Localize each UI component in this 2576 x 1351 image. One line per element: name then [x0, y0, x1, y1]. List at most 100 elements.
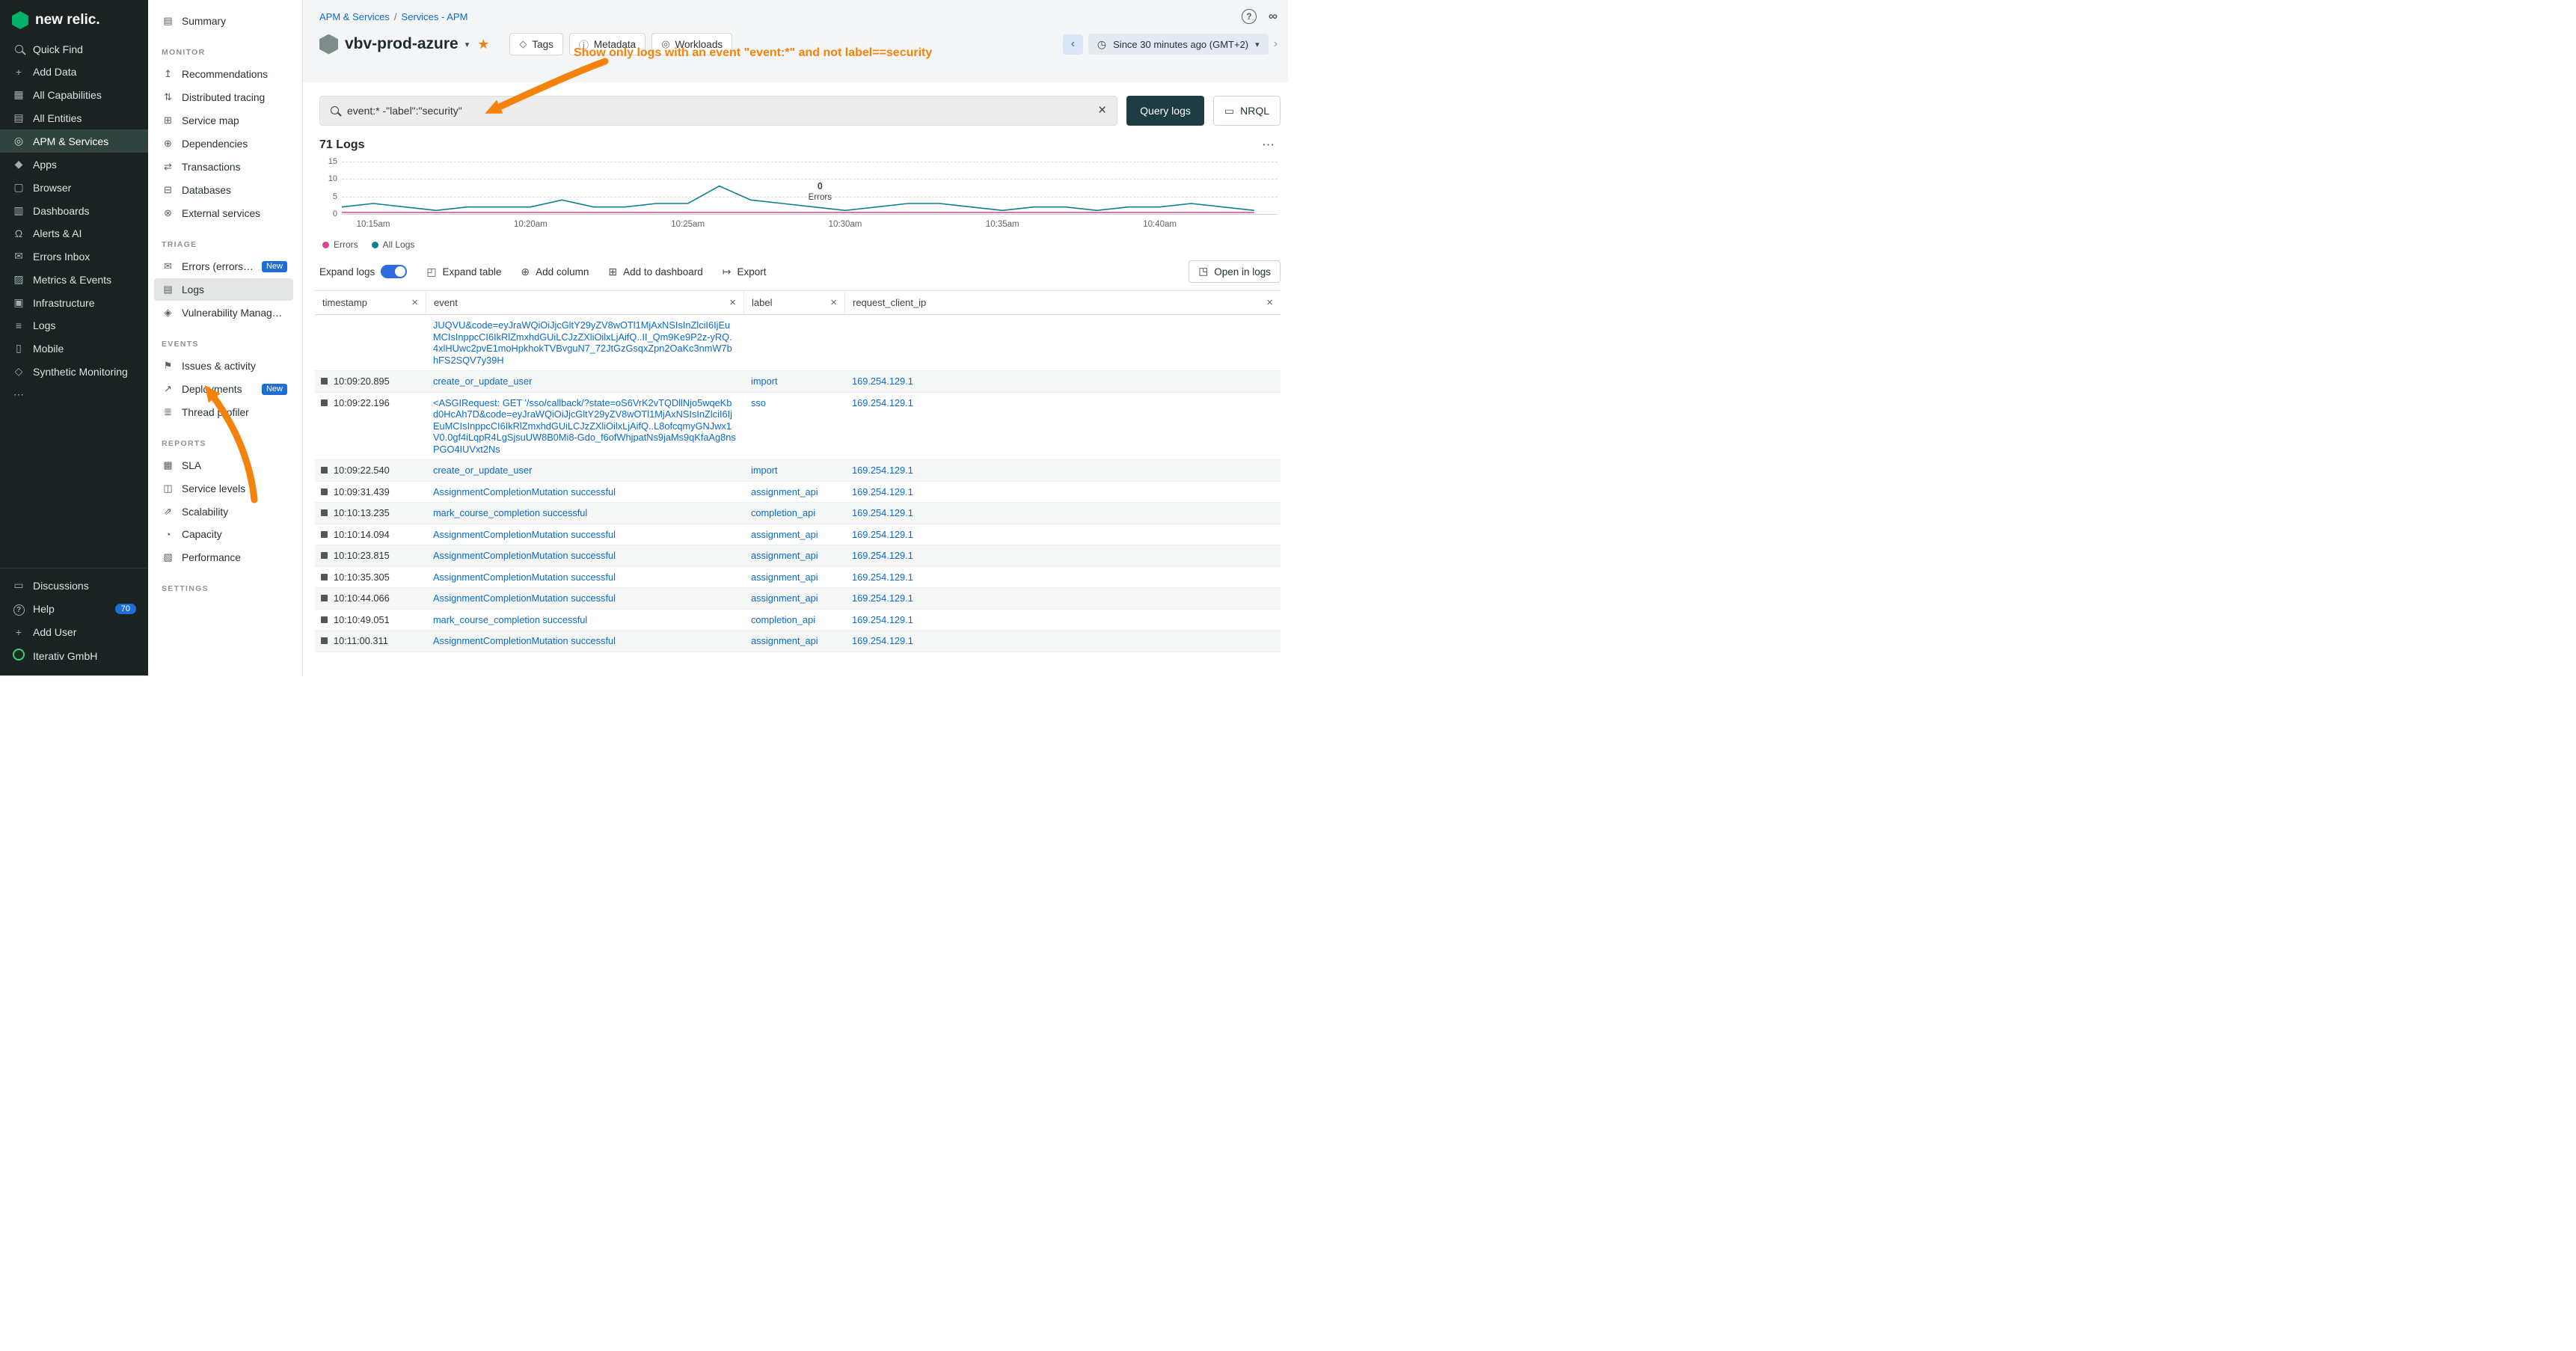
time-forward-chevron-icon[interactable]: ›: [1274, 37, 1278, 51]
log-ip-link[interactable]: 169.254.129.1: [852, 550, 913, 561]
subnav-item-deployments[interactable]: ↗DeploymentsNew: [154, 378, 293, 400]
subnav-item-capacity[interactable]: ◔Capacity: [154, 524, 293, 545]
row-expand-handle[interactable]: [321, 399, 328, 406]
log-ip-link[interactable]: 169.254.129.1: [852, 376, 913, 387]
sidebar-item-apm-services[interactable]: ◎APM & Services: [0, 129, 148, 153]
help-icon[interactable]: ?: [1242, 9, 1257, 24]
log-ip-link[interactable]: 169.254.129.1: [852, 572, 913, 583]
log-label-link[interactable]: import: [751, 376, 778, 387]
legend-item-errors[interactable]: Errors: [322, 239, 358, 250]
sidebar-item-add-data[interactable]: +Add Data: [0, 61, 148, 83]
log-table-row[interactable]: 10:10:35.305AssignmentCompletionMutation…: [315, 567, 1281, 589]
subnav-item-summary[interactable]: ▤Summary: [154, 10, 293, 32]
subnav-item-sla[interactable]: ▦SLA: [154, 454, 293, 477]
subnav-item-transactions[interactable]: ⇄Transactions: [154, 156, 293, 178]
log-event-link[interactable]: AssignmentCompletionMutation successful: [433, 529, 616, 540]
sidebar-item-metrics-events[interactable]: ▨Metrics & Events: [0, 268, 148, 291]
expand-logs-toggle[interactable]: [381, 265, 407, 278]
subnav-item-distributed-tracing[interactable]: ⇅Distributed tracing: [154, 86, 293, 108]
col-header-timestamp[interactable]: timestamp×: [315, 291, 426, 314]
sidebar-item-dashboards[interactable]: ▥Dashboards: [0, 199, 148, 222]
log-event-link[interactable]: <ASGIRequest: GET '/sso/callback/?state=…: [433, 397, 736, 455]
breadcrumb-apm-services[interactable]: APM & Services: [319, 11, 390, 22]
row-expand-handle[interactable]: [321, 531, 328, 538]
sidebar-item-discussions[interactable]: ▭Discussions: [0, 574, 148, 597]
log-ip-link[interactable]: 169.254.129.1: [852, 465, 913, 476]
log-ip-link[interactable]: 169.254.129.1: [852, 486, 913, 497]
log-table-row[interactable]: 10:09:22.540create_or_update_userimport1…: [315, 460, 1281, 482]
remove-column-icon[interactable]: ×: [1266, 296, 1273, 309]
chart-options-menu-icon[interactable]: ⋯: [1262, 138, 1275, 153]
log-ip-link[interactable]: 169.254.129.1: [852, 529, 913, 540]
row-expand-handle[interactable]: [321, 637, 328, 644]
sidebar-item-synthetic-monitoring[interactable]: ◇Synthetic Monitoring: [0, 360, 148, 383]
log-event-link[interactable]: JUQVU&code=eyJraWQiOiJjcGltY29yZV8wOTl1M…: [433, 319, 732, 366]
legend-item-all-logs[interactable]: All Logs: [372, 239, 415, 250]
log-event-link[interactable]: mark_course_completion successful: [433, 507, 587, 518]
log-label-link[interactable]: completion_api: [751, 614, 815, 625]
row-expand-handle[interactable]: [321, 595, 328, 601]
sidebar-item-all-entities[interactable]: ▤All Entities: [0, 106, 148, 129]
log-ip-link[interactable]: 169.254.129.1: [852, 592, 913, 604]
row-expand-handle[interactable]: [321, 574, 328, 580]
log-event-link[interactable]: create_or_update_user: [433, 376, 532, 387]
log-label-link[interactable]: assignment_api: [751, 550, 818, 561]
log-table-row[interactable]: 10:09:31.439AssignmentCompletionMutation…: [315, 482, 1281, 503]
log-event-link[interactable]: AssignmentCompletionMutation successful: [433, 550, 616, 561]
subnav-item-external-services[interactable]: ⊗External services: [154, 202, 293, 224]
row-expand-handle[interactable]: [321, 488, 328, 495]
log-label-link[interactable]: assignment_api: [751, 572, 818, 583]
log-search-input[interactable]: [347, 105, 1090, 117]
subnav-item-thread-profiler[interactable]: ≣Thread profiler: [154, 401, 293, 423]
log-label-link[interactable]: sso: [751, 397, 766, 408]
log-event-link[interactable]: mark_course_completion successful: [433, 614, 587, 625]
remove-column-icon[interactable]: ×: [830, 296, 837, 309]
row-expand-handle[interactable]: [321, 378, 328, 385]
nrql-button[interactable]: ▭ NRQL: [1213, 96, 1281, 126]
subnav-item-service-levels[interactable]: ◫Service levels: [154, 477, 293, 500]
sidebar-item-quick-find[interactable]: Quick Find: [0, 38, 148, 61]
query-logs-button[interactable]: Query logs: [1126, 96, 1204, 126]
open-in-logs-button[interactable]: ◳ Open in logs: [1189, 260, 1281, 283]
col-header-event[interactable]: event×: [426, 291, 743, 314]
expand-table-button[interactable]: ◰ Expand table: [426, 266, 501, 278]
sidebar-item-infrastructure[interactable]: ▣Infrastructure: [0, 291, 148, 314]
log-table-row[interactable]: 10:09:22.196<ASGIRequest: GET '/sso/call…: [315, 393, 1281, 461]
subnav-item-service-map[interactable]: ⊞Service map: [154, 109, 293, 132]
col-header-label[interactable]: label×: [743, 291, 844, 314]
log-label-link[interactable]: assignment_api: [751, 486, 818, 497]
add-to-dashboard-button[interactable]: ⊞ Add to dashboard: [608, 266, 702, 278]
log-label-link[interactable]: completion_api: [751, 507, 815, 518]
row-expand-handle[interactable]: [321, 467, 328, 474]
log-table-row[interactable]: 10:11:00.311AssignmentCompletionMutation…: [315, 631, 1281, 652]
log-search-box[interactable]: ×: [319, 96, 1117, 126]
breadcrumb-services-apm[interactable]: Services - APM: [402, 11, 468, 22]
row-expand-handle[interactable]: [321, 509, 328, 516]
log-event-link[interactable]: AssignmentCompletionMutation successful: [433, 486, 616, 497]
time-range-button[interactable]: ◷ Since 30 minutes ago (GMT+2) ▾: [1088, 34, 1269, 55]
subnav-item-issues-activity[interactable]: ⚑Issues & activity: [154, 355, 293, 377]
subnav-item-errors-errors-inb[interactable]: ✉Errors (errors inb...New: [154, 255, 293, 278]
log-label-link[interactable]: assignment_api: [751, 529, 818, 540]
remove-column-icon[interactable]: ×: [411, 296, 418, 309]
favorite-star-icon[interactable]: ★: [477, 37, 489, 52]
log-ip-link[interactable]: 169.254.129.1: [852, 507, 913, 518]
remove-column-icon[interactable]: ×: [729, 296, 736, 309]
log-ip-link[interactable]: 169.254.129.1: [852, 397, 913, 408]
sidebar-item-logs[interactable]: ≡Logs: [0, 314, 148, 337]
row-expand-handle[interactable]: [321, 616, 328, 623]
log-table-row[interactable]: 10:10:44.066AssignmentCompletionMutation…: [315, 588, 1281, 610]
log-event-link[interactable]: AssignmentCompletionMutation successful: [433, 572, 616, 583]
export-button[interactable]: ↦ Export: [723, 266, 767, 278]
tags-button[interactable]: ◇ Tags: [509, 33, 563, 55]
log-label-link[interactable]: assignment_api: [751, 592, 818, 604]
subnav-item-databases[interactable]: ⊟Databases: [154, 179, 293, 201]
sidebar-item-browser[interactable]: ▢Browser: [0, 176, 148, 199]
subnav-item-scalability[interactable]: ⇗Scalability: [154, 500, 293, 523]
sidebar-item-apps[interactable]: ◆Apps: [0, 153, 148, 176]
sidebar-item-mobile[interactable]: ▯Mobile: [0, 337, 148, 360]
sidebar-item-errors-inbox[interactable]: ✉Errors Inbox: [0, 245, 148, 268]
log-event-link[interactable]: AssignmentCompletionMutation successful: [433, 592, 616, 604]
log-label-link[interactable]: import: [751, 465, 778, 476]
log-event-link[interactable]: AssignmentCompletionMutation successful: [433, 635, 616, 646]
